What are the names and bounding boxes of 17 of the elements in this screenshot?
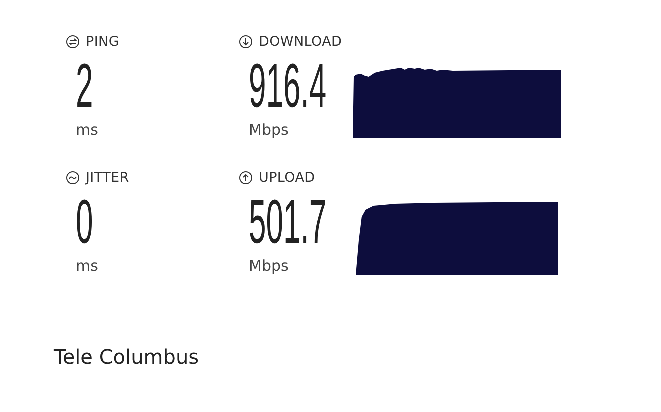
metric-value: 501.7 — [249, 193, 327, 253]
metric-value: 916.4 — [249, 57, 327, 117]
provider-name: Tele Columbus — [54, 345, 200, 369]
metric-value: 0 — [76, 193, 94, 253]
upload-icon — [239, 171, 253, 185]
metric-label: PING — [86, 34, 120, 50]
ping-icon — [66, 35, 80, 49]
metric-value: 2 — [76, 57, 94, 117]
wave-icon — [66, 171, 80, 185]
unit-label: ms — [76, 121, 100, 139]
metric-label: UPLOAD — [259, 170, 316, 186]
unit-label: Mbps — [249, 121, 290, 139]
metric-label: JITTER — [86, 170, 130, 186]
metric-label: DOWNLOAD — [259, 34, 342, 50]
download-icon — [239, 35, 253, 49]
unit-label: ms — [76, 257, 100, 275]
unit-label: Mbps — [249, 257, 290, 275]
